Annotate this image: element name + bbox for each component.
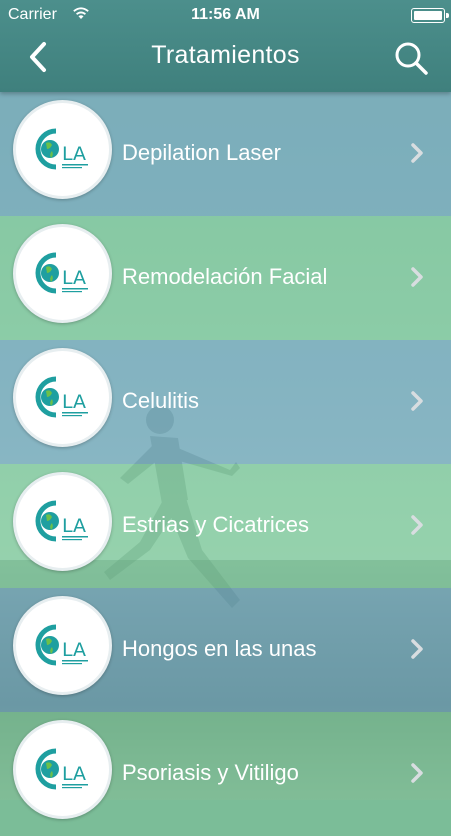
status-time: 11:56 AM (191, 6, 260, 23)
chevron-right-icon (411, 143, 423, 163)
battery-icon (411, 8, 449, 23)
svg-text:LA: LA (62, 515, 86, 537)
page-title: Tratamientos (151, 41, 300, 69)
list-item-label: Hongos en las unas (122, 636, 317, 661)
list-item-label: Remodelación Facial (122, 264, 328, 289)
chevron-right-icon (411, 267, 423, 287)
treatments-list: LA Depilation Laser LA Remodelación Faci… (0, 92, 451, 836)
clinic-logo: LA (13, 224, 112, 323)
list-item[interactable]: LA Celulitis (0, 340, 451, 464)
list-item[interactable]: LA Estrias y Cicatrices (0, 464, 451, 588)
status-bar: Carrier 11:56 AM (0, 0, 451, 30)
list-item[interactable]: LA Hongos en las unas (0, 588, 451, 712)
clinic-logo: LA (13, 100, 112, 199)
search-icon (395, 42, 428, 75)
svg-text:LA: LA (62, 267, 86, 289)
chevron-right-icon (411, 763, 423, 783)
chevron-right-icon (411, 515, 423, 535)
clinic-logo: LA (13, 596, 112, 695)
list-item-label: Psoriasis y Vitiligo (122, 760, 299, 785)
svg-text:LA: LA (62, 391, 86, 413)
list-item-label: Estrias y Cicatrices (122, 512, 310, 537)
clinic-logo: LA (13, 348, 112, 447)
list-item[interactable]: LA Depilation Laser (0, 92, 451, 216)
clinic-logo: LA (13, 472, 112, 571)
clinic-logo: LA (13, 720, 112, 819)
svg-text:LA: LA (62, 143, 86, 165)
svg-text:LA: LA (62, 763, 86, 785)
list-item[interactable]: LA Psoriasis y Vitiligo (0, 712, 451, 836)
svg-text:LA: LA (62, 639, 86, 661)
list-item-label: Celulitis (122, 388, 200, 413)
search-button[interactable] (391, 38, 431, 78)
list-item[interactable]: LA Remodelación Facial (0, 216, 451, 340)
list-item-label: Depilation Laser (122, 140, 281, 165)
chevron-right-icon (411, 639, 423, 659)
chevron-right-icon (411, 391, 423, 411)
